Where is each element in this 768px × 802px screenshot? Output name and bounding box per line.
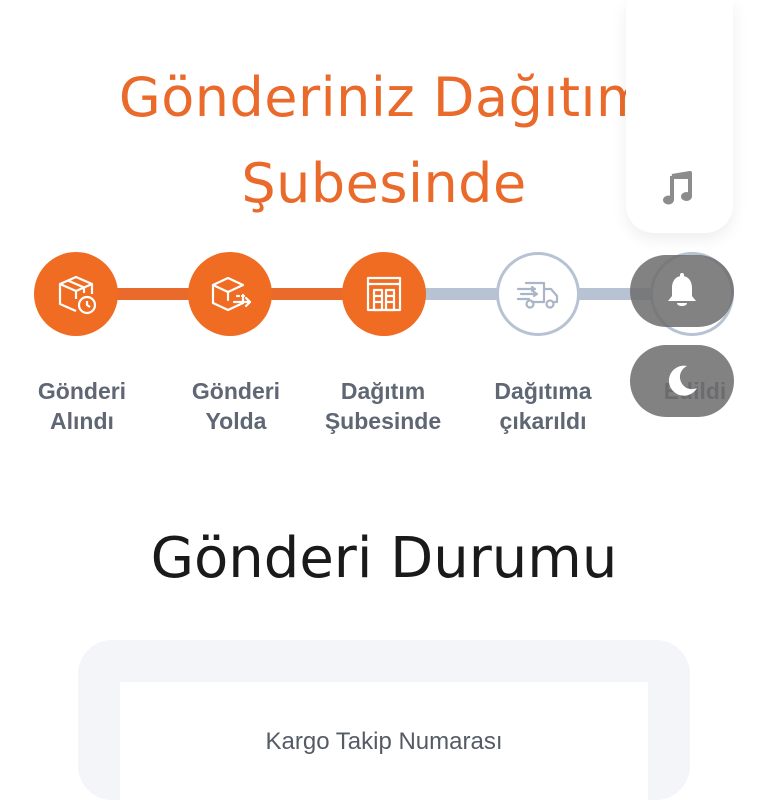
section-title: Gönderi Durumu [150, 526, 618, 591]
bell-icon [668, 273, 696, 306]
step-label-out-for-delivery: Dağıtıma çıkarıldı [494, 378, 592, 434]
step-branch [342, 252, 426, 336]
moon-icon [668, 365, 697, 396]
step-out-for-delivery [496, 252, 580, 336]
package-transit-icon [211, 276, 252, 312]
dark-mode-toggle[interactable] [630, 345, 734, 417]
step-label-branch: Dağıtım Şubesinde [324, 378, 442, 434]
delivery-truck-icon [516, 281, 559, 309]
step-label-received: Gönderi Alındı [37, 378, 127, 434]
step-label-in-transit: Gönderi Yolda [191, 378, 281, 434]
music-note-icon[interactable] [662, 170, 696, 206]
step-received [34, 252, 118, 336]
tracking-number-label: Kargo Takip Numarası [265, 728, 503, 755]
warehouse-icon [366, 276, 402, 312]
step-in-transit [188, 252, 272, 336]
notification-button[interactable] [630, 255, 734, 327]
package-timer-icon [58, 275, 97, 315]
